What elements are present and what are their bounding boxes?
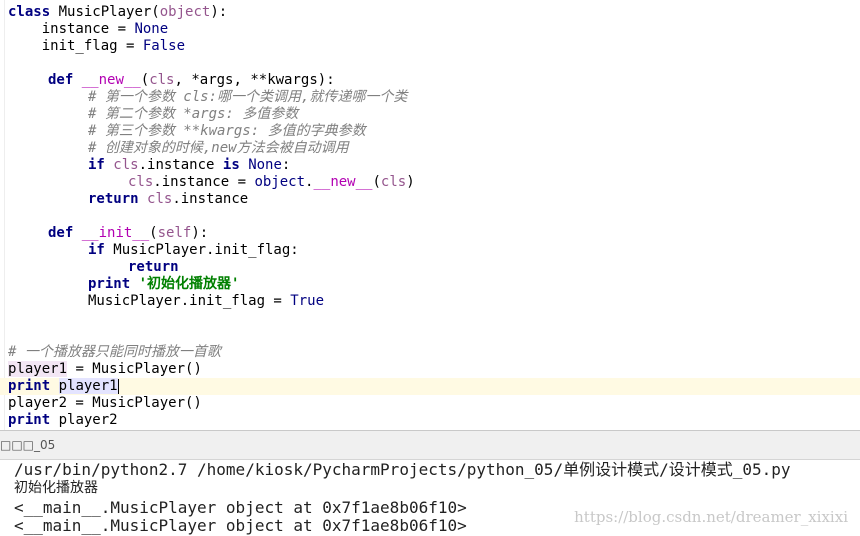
code-token: player1 [58,378,118,394]
code-token: if [88,157,105,173]
code-token: MusicPlayer.init_flag: [104,242,299,258]
code-token: cls [128,174,154,190]
code-token: True [290,293,325,309]
code-token: init_flag = [8,38,143,54]
code-token: return [88,191,139,207]
code-token: ): [210,4,228,20]
code-token: instance = [8,21,135,37]
code-token: return [128,259,179,275]
code-line-15[interactable]: if MusicPlayer.init_flag: [88,242,299,259]
code-token: ) [406,174,415,190]
code-token: .instance [138,157,223,173]
code-line-1[interactable]: class MusicPlayer(object): [8,4,227,21]
code-token: object [254,174,306,190]
run-output-line: <__main__.MusicPlayer object at 0x7f1ae8… [14,516,467,535]
code-line-11[interactable]: cls.instance = object.__new__(cls) [128,174,415,191]
code-token: __new__ [81,72,141,88]
code-token: class [8,4,51,20]
code-line-3[interactable]: init_flag = False [8,38,185,55]
code-token: ( [149,225,158,241]
code-token: __new__ [313,174,373,190]
code-line-7[interactable]: # 第二个参数 *args: 多值参数 [88,106,298,123]
code-line-2[interactable]: instance = None [8,21,168,38]
code-token: : [281,157,291,173]
code-token: print [88,276,131,292]
code-line-16[interactable]: return [128,259,179,276]
run-tab[interactable]: □□□_05 [0,430,860,460]
code-token: cls [380,174,407,190]
code-line-22-current[interactable]: print player1 [0,378,860,395]
code-token: cls [113,157,139,173]
run-tab-label: □□□_05 [0,438,56,452]
code-token: is [222,157,240,173]
code-token: object [159,4,211,20]
code-token: '初始化播放器' [138,276,240,292]
code-line-20[interactable]: # 一个播放器只能同时播放一首歌 [8,344,221,361]
code-token: ( [372,174,381,190]
code-token: if [88,242,105,258]
code-token: None [248,157,282,173]
code-line-18[interactable]: MusicPlayer.init_flag = True [88,293,324,310]
run-output-line: 初始化播放器 [14,480,98,496]
run-command-line: /usr/bin/python2.7 /home/kiosk/PycharmPr… [14,460,791,479]
code-token: ): [191,225,209,241]
code-token: MusicPlayer.init_flag = [88,293,291,309]
run-panel: □□□_05 /usr/bin/python2.7 /home/kiosk/Py… [0,430,860,536]
code-token: cls [149,72,175,88]
code-token: print [8,378,51,394]
code-token: False [142,38,186,54]
code-token: .instance = [153,174,255,190]
code-line-23[interactable]: player2 = MusicPlayer() [8,395,202,412]
code-token: player1 [8,361,68,377]
code-line-12[interactable]: return cls.instance [88,191,248,208]
code-token: None [134,21,169,37]
code-line-24[interactable]: print player2 [8,412,118,429]
code-token: player2 [50,412,118,428]
run-output-line: <__main__.MusicPlayer object at 0x7f1ae8… [14,498,467,517]
code-line-17[interactable]: print '初始化播放器' [88,276,239,293]
code-token: def [48,225,74,241]
code-line-10[interactable]: if cls.instance is None: [88,157,290,174]
code-token: cls [147,191,173,207]
text-cursor [117,378,119,394]
code-token: .instance [172,191,249,207]
code-token: def [48,72,74,88]
code-editor[interactable]: class MusicPlayer(object): instance = No… [0,0,860,430]
watermark: https://blog.csdn.net/dreamer_xixixi [574,508,848,526]
code-line-6[interactable]: # 第一个参数 cls:哪一个类调用,就传递哪一个类 [88,89,407,106]
code-token: = MusicPlayer() [67,361,202,377]
code-line-9[interactable]: # 创建对象的时候,new方法会被自动调用 [88,140,349,157]
code-line-21[interactable]: player1 = MusicPlayer() [8,361,202,378]
code-line-14[interactable]: def __init__(self): [48,225,208,242]
code-token: MusicPlayer( [50,4,160,20]
code-line-8[interactable]: # 第三个参数 **kwargs: 多值的字典参数 [88,123,366,140]
code-token: print [8,412,51,428]
code-line-5[interactable]: def __new__(cls, *args, **kwargs): [48,72,335,89]
code-token: ( [140,72,150,88]
code-token: __init__ [81,225,150,241]
code-token: self [157,225,192,241]
code-token: , *args, **kwargs): [174,72,335,88]
editor-gutter [4,0,5,430]
